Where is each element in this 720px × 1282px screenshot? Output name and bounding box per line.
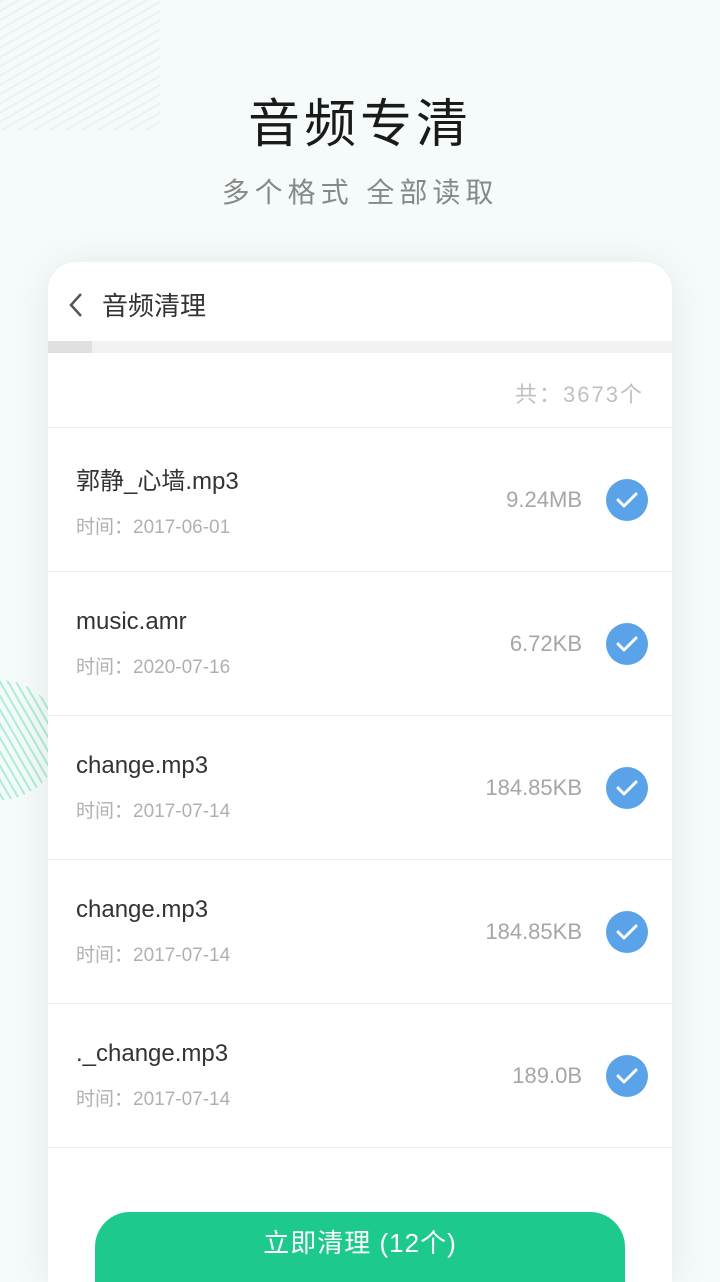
checkbox-checked[interactable] xyxy=(606,623,648,665)
scan-progress-fill xyxy=(48,341,92,353)
checkmark-icon xyxy=(615,491,639,509)
checkbox-checked[interactable] xyxy=(606,1055,648,1097)
checkmark-icon xyxy=(615,1067,639,1085)
app-header: 音频清理 xyxy=(48,262,672,341)
checkbox-checked[interactable] xyxy=(606,911,648,953)
hero-section: 音频专清 多个格式 全部读取 xyxy=(0,0,720,211)
clean-button-label: 立即清理 (12个) xyxy=(263,1223,456,1260)
app-card: 音频清理 共：3673个 郭静_心墙.mp3 时间：2017-06-019.24M… xyxy=(48,262,672,1282)
item-info: change.mp3 时间：2017-07-14 xyxy=(76,896,462,967)
list-item[interactable]: change.mp3 时间：2017-07-14184.85KB xyxy=(48,716,672,860)
file-size: 184.85KB xyxy=(462,775,582,801)
file-size: 184.85KB xyxy=(462,919,582,945)
total-label: 共： xyxy=(515,382,563,407)
list-item[interactable]: 郭静_心墙.mp3 时间：2017-06-019.24MB xyxy=(48,428,672,572)
file-date: 时间：2017-07-14 xyxy=(76,796,462,823)
checkbox-checked[interactable] xyxy=(606,479,648,521)
file-date: 时间：2017-06-01 xyxy=(76,512,462,539)
file-date: 时间：2020-07-16 xyxy=(76,652,462,679)
file-size: 9.24MB xyxy=(462,487,582,513)
item-info: music.amr 时间：2020-07-16 xyxy=(76,608,462,679)
file-name: change.mp3 xyxy=(76,896,462,924)
checkbox-checked[interactable] xyxy=(606,767,648,809)
item-info: 郭静_心墙.mp3 时间：2017-06-01 xyxy=(76,461,462,539)
scan-progress-bar xyxy=(48,341,672,353)
total-count-row: 共：3673个 xyxy=(48,359,672,427)
item-info: change.mp3 时间：2017-07-14 xyxy=(76,752,462,823)
file-date: 时间：2017-07-14 xyxy=(76,1084,462,1111)
clean-button[interactable]: 立即清理 (12个) xyxy=(95,1212,625,1282)
item-info: ._change.mp3 时间：2017-07-14 xyxy=(76,1040,462,1111)
file-date: 时间：2017-07-14 xyxy=(76,940,462,967)
hero-subtitle: 多个格式 全部读取 xyxy=(0,171,720,211)
list-item[interactable]: ._change.mp3 时间：2017-07-14189.0B xyxy=(48,1004,672,1148)
hero-title: 音频专清 xyxy=(0,82,720,157)
back-icon[interactable] xyxy=(68,292,84,318)
total-count: 3673个 xyxy=(563,382,644,407)
checkmark-icon xyxy=(615,923,639,941)
file-list: 郭静_心墙.mp3 时间：2017-06-019.24MB music.amr 时间：… xyxy=(48,427,672,1148)
checkmark-icon xyxy=(615,635,639,653)
file-name: change.mp3 xyxy=(76,752,462,780)
file-size: 189.0B xyxy=(462,1063,582,1089)
file-name: ._change.mp3 xyxy=(76,1040,462,1068)
list-item[interactable]: music.amr 时间：2020-07-166.72KB xyxy=(48,572,672,716)
list-item[interactable]: change.mp3 时间：2017-07-14184.85KB xyxy=(48,860,672,1004)
checkmark-icon xyxy=(615,779,639,797)
file-name: 郭静_心墙.mp3 xyxy=(76,461,462,496)
file-name: music.amr xyxy=(76,608,462,636)
page-title: 音频清理 xyxy=(102,286,206,323)
file-size: 6.72KB xyxy=(462,631,582,657)
